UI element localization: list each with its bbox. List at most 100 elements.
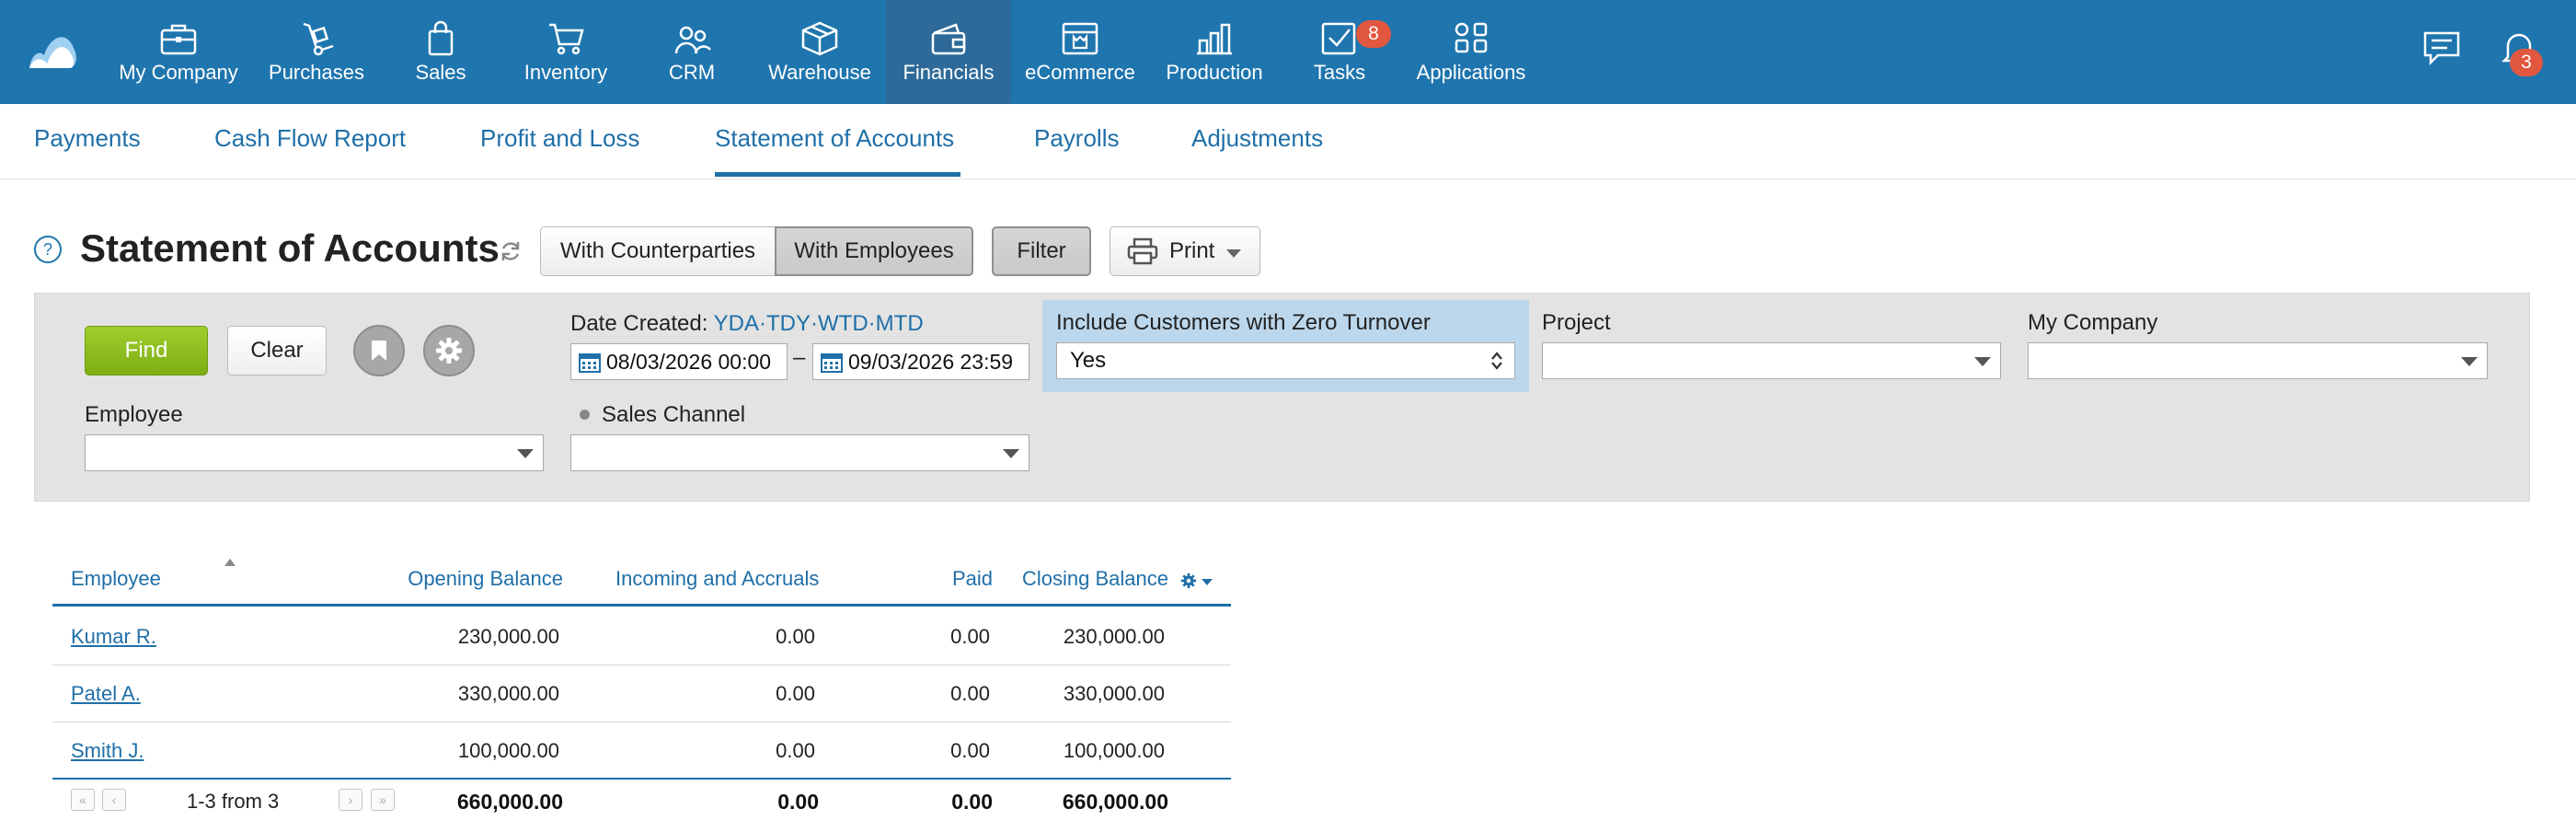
- quick-wtd-link[interactable]: WTD: [818, 311, 868, 336]
- financials-subnav: Payments Cash Flow Report Profit and Los…: [0, 104, 2576, 179]
- nav-applications[interactable]: Applications: [1404, 0, 1538, 104]
- employee-link[interactable]: Smith J.: [71, 739, 144, 763]
- calendar-icon: [821, 353, 843, 373]
- clear-button[interactable]: Clear: [227, 326, 327, 376]
- nav-financials[interactable]: Financials: [886, 0, 1011, 104]
- subnav-cash-flow-report[interactable]: Cash Flow Report: [214, 124, 406, 153]
- subnav-payments[interactable]: Payments: [34, 124, 141, 153]
- quick-sep: ·: [759, 311, 767, 336]
- nav-label: Production: [1166, 61, 1263, 84]
- column-header-closing-balance[interactable]: Closing Balance: [1022, 567, 1168, 591]
- refresh-icon[interactable]: [499, 239, 523, 263]
- column-header-incoming-and-accruals[interactable]: Incoming and Accruals: [615, 567, 819, 591]
- date-from-input[interactable]: 08/03/2026 00:00: [570, 343, 788, 380]
- my-company-label: My Company: [2028, 310, 2158, 335]
- subnav-profit-and-loss[interactable]: Profit and Loss: [480, 124, 639, 153]
- apps-grid-icon: [1455, 22, 1488, 53]
- nav-label: Sales: [415, 61, 466, 84]
- quick-mtd-link[interactable]: MTD: [876, 311, 924, 336]
- employee-select[interactable]: [85, 434, 544, 471]
- project-select[interactable]: [1542, 342, 2001, 379]
- next-page-button[interactable]: ›: [339, 789, 362, 811]
- column-header-opening-balance[interactable]: Opening Balance: [408, 567, 563, 591]
- closing-balance-cell: 230,000.00: [1063, 625, 1165, 648]
- nav-production[interactable]: Production: [1155, 0, 1274, 104]
- with-employees-button[interactable]: With Employees: [775, 226, 973, 276]
- box-icon: [801, 21, 838, 56]
- settings-button[interactable]: [423, 325, 475, 376]
- opening-balance-cell: 230,000.00: [457, 625, 559, 648]
- nav-my-company[interactable]: My Company: [110, 0, 247, 104]
- incoming-cell: 0.00: [776, 739, 815, 762]
- zero-turnover-select[interactable]: Yes: [1056, 342, 1515, 379]
- opening-balance-cell: 330,000.00: [457, 682, 559, 705]
- zero-turnover-label: Include Customers with Zero Turnover: [1056, 310, 1431, 335]
- table-footer-divider: [52, 778, 1231, 780]
- employee-link[interactable]: Patel A.: [71, 682, 141, 706]
- date-created-label: Date Created: YDA·TDY·WTD·MTD: [570, 311, 924, 337]
- date-created-text: Date Created:: [570, 311, 708, 336]
- last-page-button[interactable]: »: [371, 789, 395, 811]
- with-counterparties-button[interactable]: With Counterparties: [540, 226, 776, 276]
- briefcase-icon: [160, 24, 197, 55]
- print-label: Print: [1169, 238, 1215, 263]
- sort-ascending-icon[interactable]: [224, 559, 236, 566]
- bookmark-button[interactable]: [353, 325, 405, 376]
- factory-icon: [1197, 23, 1232, 55]
- page-title: Statement of Accounts: [80, 226, 500, 270]
- print-button[interactable]: Print: [1110, 226, 1260, 276]
- opening-balance-cell: 100,000.00: [457, 739, 559, 762]
- sales-channel-select[interactable]: [570, 434, 1029, 471]
- checkbox-icon: [1321, 22, 1356, 55]
- calendar-icon: [579, 353, 601, 373]
- previous-page-button[interactable]: ‹: [102, 789, 126, 811]
- printer-icon: [1127, 237, 1158, 265]
- quick-yda-link[interactable]: YDA: [714, 311, 759, 336]
- total-incoming: 0.00: [777, 790, 819, 814]
- nav-crm[interactable]: CRM: [637, 0, 747, 104]
- cart-icon: [549, 23, 584, 55]
- subnav-statement-of-accounts[interactable]: Statement of Accounts: [715, 124, 954, 153]
- nav-label: Applications: [1416, 61, 1526, 84]
- active-tab-indicator: [715, 172, 960, 177]
- employee-link[interactable]: Kumar R.: [71, 625, 156, 649]
- nav-purchases[interactable]: Purchases: [261, 0, 372, 104]
- nav-ecommerce[interactable]: eCommerce: [1018, 0, 1143, 104]
- column-header-paid[interactable]: Paid: [952, 567, 993, 591]
- first-page-button[interactable]: «: [71, 789, 95, 811]
- paid-cell: 0.00: [950, 739, 990, 762]
- my-company-select[interactable]: [2028, 342, 2488, 379]
- paid-cell: 0.00: [950, 625, 990, 648]
- closing-balance-cell: 330,000.00: [1063, 682, 1165, 705]
- paid-cell: 0.00: [950, 682, 990, 705]
- up-down-arrows-icon: [1491, 352, 1502, 370]
- quick-sep: ·: [811, 311, 819, 336]
- column-settings-button[interactable]: [1180, 572, 1217, 590]
- chevron-down-icon: [1003, 449, 1019, 458]
- zero-turnover-value: Yes: [1070, 348, 1107, 373]
- chevron-down-icon: [1974, 357, 1991, 366]
- quick-tdy-link[interactable]: TDY: [766, 311, 811, 336]
- find-button[interactable]: Find: [85, 326, 208, 376]
- nav-inventory[interactable]: Inventory: [510, 0, 622, 104]
- filter-button[interactable]: Filter: [992, 226, 1091, 276]
- help-icon[interactable]: ?: [34, 236, 62, 263]
- nav-tasks[interactable]: Tasks: [1288, 0, 1391, 104]
- shopping-bag-icon: [428, 20, 454, 56]
- company-logo-icon[interactable]: [26, 28, 79, 72]
- nav-label: Financials: [903, 61, 995, 84]
- tasks-count-badge: 8: [1356, 20, 1391, 48]
- nav-warehouse[interactable]: Warehouse: [760, 0, 880, 104]
- wallet-icon: [931, 23, 966, 55]
- date-to-value: 09/03/2026 23:59: [848, 350, 1014, 374]
- subnav-adjustments[interactable]: Adjustments: [1191, 124, 1323, 153]
- date-range-separator: –: [793, 345, 806, 370]
- chat-icon[interactable]: [2420, 26, 2464, 70]
- row-divider: [52, 664, 1231, 665]
- column-header-employee[interactable]: Employee: [71, 567, 161, 591]
- subnav-payrolls[interactable]: Payrolls: [1034, 124, 1119, 153]
- date-to-input[interactable]: 09/03/2026 23:59: [812, 343, 1029, 380]
- nav-label: CRM: [668, 61, 716, 84]
- nav-label: eCommerce: [1025, 61, 1135, 84]
- nav-sales[interactable]: Sales: [386, 0, 495, 104]
